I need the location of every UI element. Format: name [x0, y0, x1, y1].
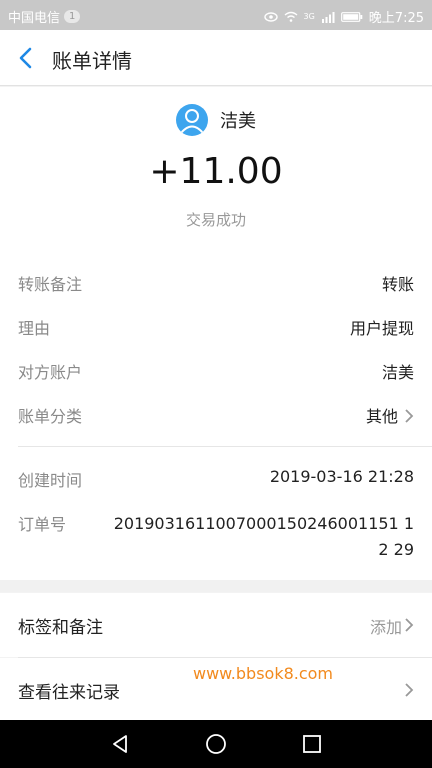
eye-icon	[263, 11, 278, 22]
chevron-right-icon	[405, 683, 414, 697]
notification-badge: 1	[64, 10, 81, 23]
detail-value: 用户提现	[349, 319, 414, 338]
payer-info: 洁美	[0, 104, 432, 136]
history-label: 查看往来记录	[18, 683, 120, 703]
detail-value: 转账	[381, 275, 414, 294]
back-arrow-icon[interactable]	[16, 46, 38, 70]
status-left: 中国电信 1	[8, 7, 81, 26]
chevron-right-icon	[405, 409, 414, 423]
detail-row-created: 创建时间 2019-03-16 21:28	[18, 467, 414, 495]
status-bar: 中国电信 1 3G 晚上7:25	[0, 0, 432, 30]
user-icon	[180, 109, 204, 134]
carrier-label: 中国电信	[8, 11, 61, 26]
tags-label: 标签和备注	[18, 618, 103, 638]
signal-icon	[321, 11, 335, 23]
detail-row-counterparty: 对方账户 洁美	[18, 359, 414, 387]
watermark-text: www.bbsok8.com	[193, 664, 334, 683]
status-right: 3G 晚上7:25	[263, 7, 424, 26]
transaction-amount: +11.00	[149, 151, 283, 192]
detail-key: 订单号	[18, 515, 67, 534]
order-number: 2019031611007000150246001151 12 29	[113, 514, 414, 559]
payer-name: 洁美	[220, 111, 256, 132]
detail-value: 洁美	[381, 363, 414, 382]
system-nav-bar	[0, 720, 432, 768]
add-hint: 添加	[369, 618, 402, 637]
transaction-status: 交易成功	[185, 211, 246, 229]
page-title: 账单详情	[52, 49, 132, 73]
detail-row-category[interactable]: 账单分类 其他	[18, 403, 414, 431]
wifi-icon	[284, 11, 297, 22]
detail-key: 理由	[18, 319, 51, 338]
clock: 晚上7:25	[368, 11, 424, 26]
section-gap	[0, 580, 432, 592]
bill-detail-card: 洁美 +11.00 交易成功 转账备注 转账 理由 用户提现 对方账户 洁美 账…	[0, 87, 432, 580]
nav-bar: 账单详情	[0, 30, 432, 86]
divider	[18, 446, 432, 447]
detail-key: 账单分类	[18, 407, 83, 426]
battery-icon	[340, 11, 363, 22]
chevron-right-icon	[405, 618, 414, 632]
detail-key: 对方账户	[18, 363, 83, 382]
detail-row-order: 订单号 2019031611007000150246001151 12 29	[18, 511, 414, 567]
detail-row-remark: 转账备注 转账	[18, 271, 414, 299]
network-type: 3G	[303, 11, 315, 21]
home-circle-icon[interactable]	[204, 732, 228, 756]
back-triangle-icon[interactable]	[108, 732, 132, 756]
detail-key: 转账备注	[18, 275, 83, 294]
avatar[interactable]	[176, 104, 208, 136]
tags-and-notes-item[interactable]: 标签和备注 添加	[0, 593, 432, 657]
detail-value: 2019-03-16 21:28	[269, 467, 414, 486]
detail-key: 创建时间	[18, 471, 83, 490]
detail-row-reason: 理由 用户提现	[18, 315, 414, 343]
recents-square-icon[interactable]	[300, 732, 324, 756]
